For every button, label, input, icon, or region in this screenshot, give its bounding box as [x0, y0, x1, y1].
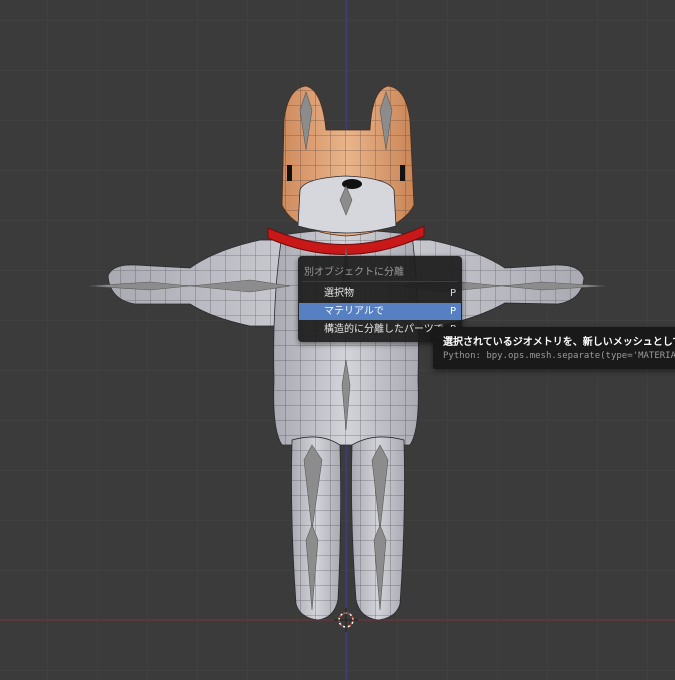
tooltip-python: Python: bpy.ops.mesh.separate(type='MATE… [443, 351, 675, 361]
tooltip: 選択されているジオメトリを、新しいメッシュとして分離します Python: bp… [433, 327, 675, 369]
menu-item-shortcut: P [449, 288, 456, 299]
menu-item-label: 構造的に分離したパーツで [324, 324, 444, 335]
menu-item-by-material[interactable]: マテリアルで P [299, 303, 461, 320]
menu-divider [302, 281, 458, 282]
menu-title: 別オブジェクトに分離 [304, 267, 404, 278]
left-eye [287, 165, 292, 181]
menu-item-label: マテリアルで [324, 306, 384, 317]
tooltip-title: 選択されているジオメトリを、新しいメッシュとして分離します [443, 337, 675, 348]
menu-item-label: 選択物 [324, 288, 354, 299]
right-eye [400, 165, 405, 181]
menu-item-selection[interactable]: 選択物 P [299, 285, 461, 302]
nose [342, 179, 362, 189]
menu-item-shortcut: P [449, 306, 456, 317]
